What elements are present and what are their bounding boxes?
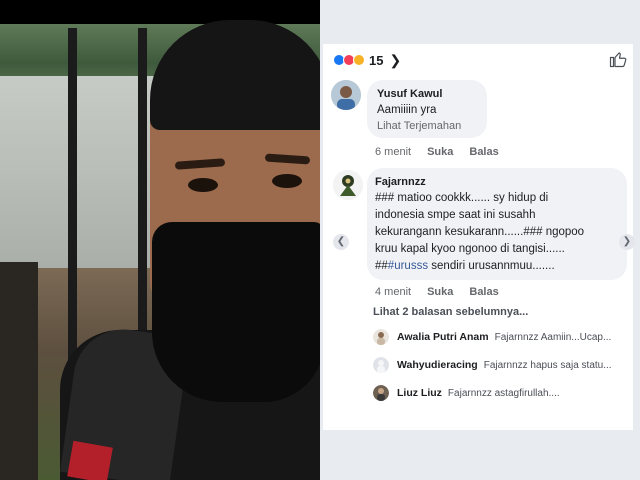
comment-line-tail: sendiri urusannmuu....... — [428, 260, 555, 272]
right-eye — [272, 174, 302, 188]
avatar[interactable] — [333, 170, 363, 200]
like-link[interactable]: Suka — [427, 146, 453, 158]
reply-text: Fajarnnzz Aamiin...Ucap... — [494, 331, 612, 343]
haha-reaction-icon — [353, 54, 365, 66]
thumbs-up-icon[interactable] — [609, 50, 627, 68]
face-mask — [152, 222, 320, 402]
view-previous-replies-link[interactable]: Lihat 2 balasan sebelumnya... — [373, 306, 528, 318]
see-translation-link[interactable]: Lihat Terjemahan — [377, 120, 461, 132]
carousel-next-button[interactable]: ❯ — [619, 234, 635, 250]
comment-bubble: Fajarnnzz ### matioo cookkk...... sy hid… — [367, 168, 627, 280]
person-avatar-icon — [331, 80, 361, 110]
comment-author[interactable]: Yusuf Kawul — [377, 88, 442, 100]
reaction-count: 15 — [369, 52, 384, 68]
reply-link[interactable]: Balas — [469, 146, 498, 158]
reaction-summary[interactable]: 15 ❯ — [333, 52, 401, 68]
avatar-icon — [373, 329, 389, 345]
comments-card: 15 ❯ Yusuf Kawul Aamiiiin yra Lihat Terj… — [323, 44, 635, 430]
comment-meta: 4 menit Suka Balas — [375, 286, 499, 298]
comment-line: kruu kapal kyoo ngonoo di tangisi...... — [375, 243, 565, 255]
character-avatar-icon — [333, 170, 363, 200]
selfie-photo — [0, 0, 320, 480]
comment-bubble: Yusuf Kawul Aamiiiin yra Lihat Terjemaha… — [367, 80, 487, 138]
comment-line: ###urusss sendiri urusannmuu....... — [375, 258, 625, 275]
like-link[interactable]: Suka — [427, 286, 453, 298]
screenshot-frame: 15 ❯ Yusuf Kawul Aamiiiin yra Lihat Terj… — [0, 0, 640, 480]
comments-panel: 15 ❯ Yusuf Kawul Aamiiiin yra Lihat Terj… — [320, 0, 640, 480]
reply-author[interactable]: Awalia Putri Anam — [397, 331, 489, 343]
hashtag-link[interactable]: #urusss — [388, 260, 428, 272]
reply-row[interactable]: Liuz Liuz Fajarnnzz astagfirullah.... — [373, 384, 629, 402]
photo-sign — [0, 262, 38, 480]
backpack-tag — [67, 440, 113, 480]
reply-row[interactable]: Wahyudieracing Fajarnnzz hapus saja stat… — [373, 356, 629, 374]
hash-prefix: ## — [375, 260, 388, 272]
comment-author[interactable]: Fajarnnzz — [375, 176, 426, 188]
photo-top-bar — [0, 0, 320, 24]
avatar-icon — [373, 357, 389, 373]
reply-text: Fajarnnzz hapus saja statu... — [483, 359, 612, 371]
avatar-icon — [373, 385, 389, 401]
comment-text: Aamiiiin yra — [377, 104, 437, 116]
comment-text: ### matioo cookkk...... sy hidup di indo… — [375, 190, 625, 275]
comment-time[interactable]: 4 menit — [375, 286, 411, 298]
avatar[interactable] — [331, 80, 361, 110]
carousel-prev-button[interactable]: ❮ — [333, 234, 349, 250]
reply-link[interactable]: Balas — [469, 286, 498, 298]
comment-time[interactable]: 6 menit — [375, 146, 411, 158]
comment-line: indonesia smpe saat ini susahh — [375, 209, 536, 221]
reply-author[interactable]: Wahyudieracing — [397, 359, 478, 371]
chevron-right-icon[interactable]: ❯ — [389, 52, 401, 69]
comment-line: kekurangann kesukarann......### ngopoo — [375, 226, 585, 238]
comment-meta: 6 menit Suka Balas — [375, 146, 499, 158]
comment-line: ### matioo cookkk...... sy hidup di — [375, 192, 549, 204]
left-eye — [188, 178, 218, 192]
reply-text: Fajarnnzz astagfirullah.... — [447, 387, 560, 399]
reply-row[interactable]: Awalia Putri Anam Fajarnnzz Aamiin...Uca… — [373, 328, 629, 346]
reply-author[interactable]: Liuz Liuz — [397, 387, 442, 399]
